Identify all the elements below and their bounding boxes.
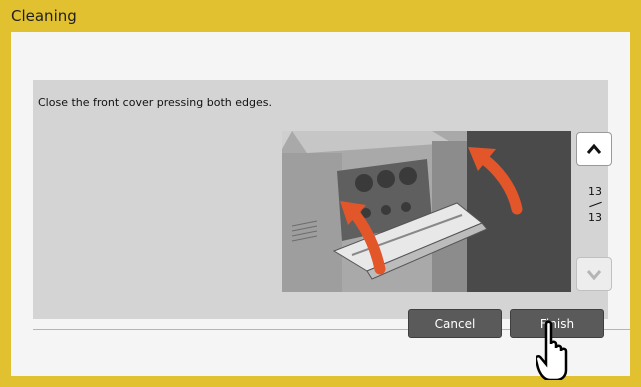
chevron-up-icon [586, 143, 602, 154]
page-current: 13 [588, 185, 602, 198]
page-separator [581, 198, 609, 212]
cancel-button[interactable]: Cancel [408, 309, 502, 338]
page-indicator: 13 13 [581, 186, 609, 224]
printer-illustration [282, 131, 571, 292]
cleaning-illustration [282, 131, 571, 292]
instruction-panel: Close the front cover pressing both edge… [33, 80, 612, 319]
window-title: Cleaning [11, 7, 77, 25]
hand-pointer-icon [536, 320, 568, 380]
page-total: 13 [588, 211, 602, 224]
scroll-down-button[interactable] [576, 257, 612, 291]
scroll-up-button[interactable] [576, 132, 612, 166]
dialog-frame: Cleaning Close the front cover pressing … [0, 0, 641, 387]
title-bar: Cleaning [0, 0, 641, 32]
instruction-text: Close the front cover pressing both edge… [38, 96, 272, 109]
chevron-down-icon [586, 270, 602, 280]
